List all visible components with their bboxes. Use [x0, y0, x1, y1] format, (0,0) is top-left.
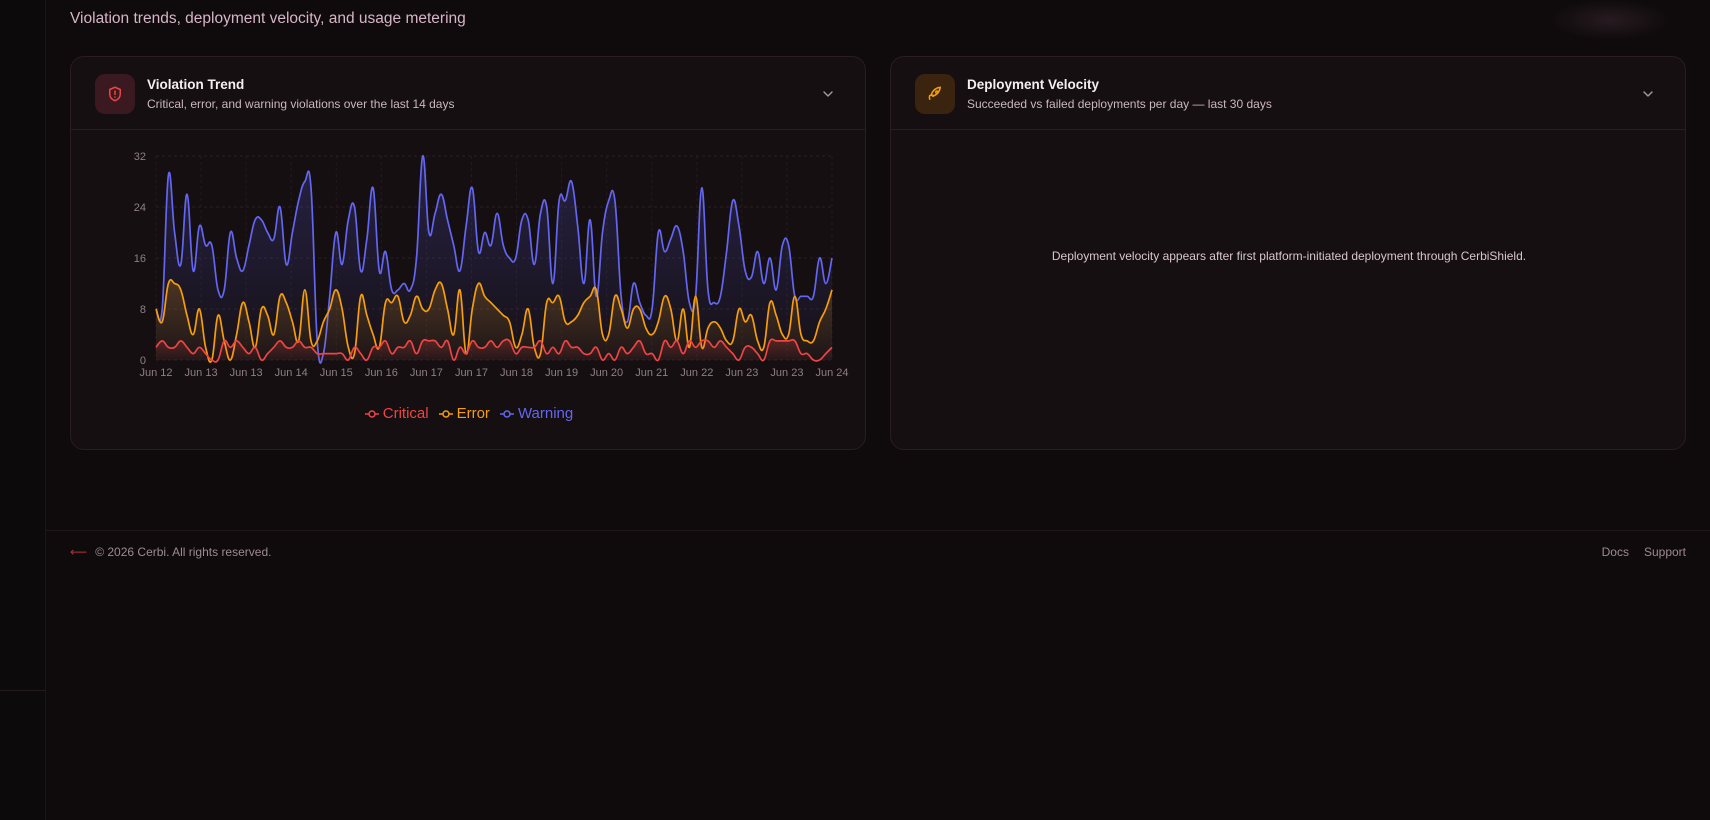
y-tick-label: 24 [134, 202, 146, 214]
legend-marker-icon [364, 409, 379, 418]
x-tick-label: Jun 17 [455, 367, 488, 379]
footer-links: Docs Support [1602, 545, 1686, 559]
violation-chart-svg: 0 8 16 24 32 Jun 12 Jun 13 Jun 13 Jun 14 Jun 15 Ju… [134, 151, 849, 379]
x-tick-label: Jun 14 [275, 367, 308, 379]
x-tick-label: Jun 13 [185, 367, 218, 379]
y-tick-label: 16 [134, 253, 146, 265]
x-tick-label: Jun 20 [590, 367, 623, 379]
copyright-text: © 2026 Cerbi. All rights reserved. [95, 545, 272, 559]
x-tick-label: Jun 12 [139, 367, 172, 379]
x-tick-label: Jun 23 [725, 367, 758, 379]
footer-divider [46, 530, 1710, 531]
sidebar-edge [0, 0, 46, 820]
y-tick-label: 0 [140, 355, 146, 367]
page-subtitle: Violation trends, deployment velocity, a… [70, 10, 466, 27]
header-glow [1550, 0, 1670, 40]
x-tick-label: Jun 13 [230, 367, 263, 379]
violation-card-description: Critical, error, and warning violations … [147, 97, 455, 111]
deployment-card-header[interactable]: Deployment Velocity Succeeded vs failed … [891, 57, 1685, 130]
chevron-down-icon[interactable] [821, 87, 835, 101]
x-tick-label: Jun 19 [545, 367, 578, 379]
legend-item-warning[interactable]: Warning [499, 405, 574, 422]
sidebar-divider [0, 690, 46, 691]
y-tick-label: 32 [134, 151, 146, 163]
violation-card-title: Violation Trend [147, 77, 245, 92]
footer-left: ⟵ © 2026 Cerbi. All rights reserved. [70, 545, 271, 559]
arrow-left-icon[interactable]: ⟵ [70, 545, 87, 559]
legend-marker-icon [438, 409, 453, 418]
x-tick-label: Jun 21 [635, 367, 668, 379]
y-tick-label: 8 [140, 304, 146, 316]
support-link[interactable]: Support [1644, 545, 1686, 559]
deployment-card-description: Succeeded vs failed deployments per day … [967, 97, 1272, 111]
legend-label: Warning [517, 405, 574, 422]
x-tick-label: Jun 23 [770, 367, 803, 379]
chevron-down-icon[interactable] [1641, 87, 1655, 101]
legend-item-error[interactable]: Error [438, 405, 490, 422]
deployment-empty-message: Deployment velocity appears after first … [1051, 249, 1527, 263]
shield-alert-icon [95, 74, 135, 114]
violation-trend-card: Violation Trend Critical, error, and war… [70, 56, 866, 450]
x-tick-label: Jun 15 [320, 367, 353, 379]
x-tick-label: Jun 22 [680, 367, 713, 379]
violation-card-header[interactable]: Violation Trend Critical, error, and war… [71, 57, 865, 130]
legend-label: Error [456, 405, 490, 422]
docs-link[interactable]: Docs [1602, 545, 1629, 559]
deployment-velocity-card: Deployment Velocity Succeeded vs failed … [890, 56, 1686, 450]
deployment-card-title: Deployment Velocity [967, 77, 1100, 92]
violation-chart: 0 8 16 24 32 Jun 12 Jun 13 Jun 13 Jun 14 Jun 15 Ju… [71, 131, 867, 451]
rocket-icon [915, 74, 955, 114]
x-tick-label: Jun 16 [365, 367, 398, 379]
legend-item-critical[interactable]: Critical [364, 405, 429, 422]
x-tick-label: Jun 24 [815, 367, 848, 379]
x-tick-label: Jun 18 [500, 367, 533, 379]
chart-legend: Critical Error Warning [71, 405, 867, 422]
legend-label: Critical [382, 405, 429, 422]
x-tick-label: Jun 17 [410, 367, 443, 379]
legend-marker-icon [499, 409, 514, 418]
